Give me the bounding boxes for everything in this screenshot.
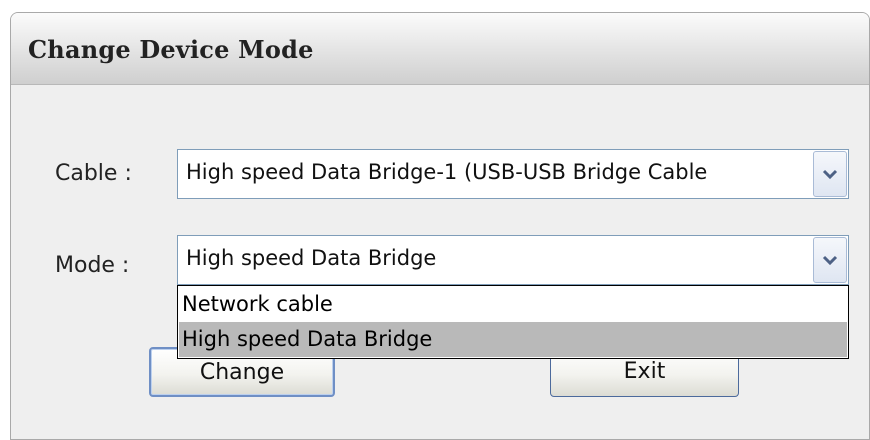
mode-label: Mode :: [55, 253, 130, 278]
mode-option-label: Network cable: [182, 292, 333, 316]
title-bar[interactable]: Change Device Mode: [11, 13, 869, 85]
chevron-down-icon: [822, 169, 838, 180]
cable-select-value: High speed Data Bridge-1 (USB-USB Bridge…: [186, 160, 708, 184]
chevron-down-icon: [822, 255, 838, 266]
mode-option-high-speed-data-bridge[interactable]: High speed Data Bridge: [179, 322, 847, 357]
cable-select[interactable]: High speed Data Bridge-1 (USB-USB Bridge…: [177, 149, 849, 199]
mode-select[interactable]: High speed Data Bridge: [177, 235, 849, 285]
mode-dropdown-button[interactable]: [813, 237, 847, 283]
change-device-mode-dialog: Change Device Mode Cable : High speed Da…: [10, 12, 870, 440]
mode-select-value: High speed Data Bridge: [186, 246, 437, 270]
dialog-title: Change Device Mode: [28, 35, 314, 64]
mode-option-network-cable[interactable]: Network cable: [179, 287, 847, 322]
mode-option-label: High speed Data Bridge: [182, 327, 433, 351]
mode-dropdown-list: Network cable High speed Data Bridge: [177, 285, 849, 359]
change-button-label: Change: [199, 360, 285, 385]
cable-dropdown-button[interactable]: [813, 151, 847, 197]
cable-label: Cable :: [55, 161, 132, 186]
exit-button-label: Exit: [623, 359, 666, 384]
